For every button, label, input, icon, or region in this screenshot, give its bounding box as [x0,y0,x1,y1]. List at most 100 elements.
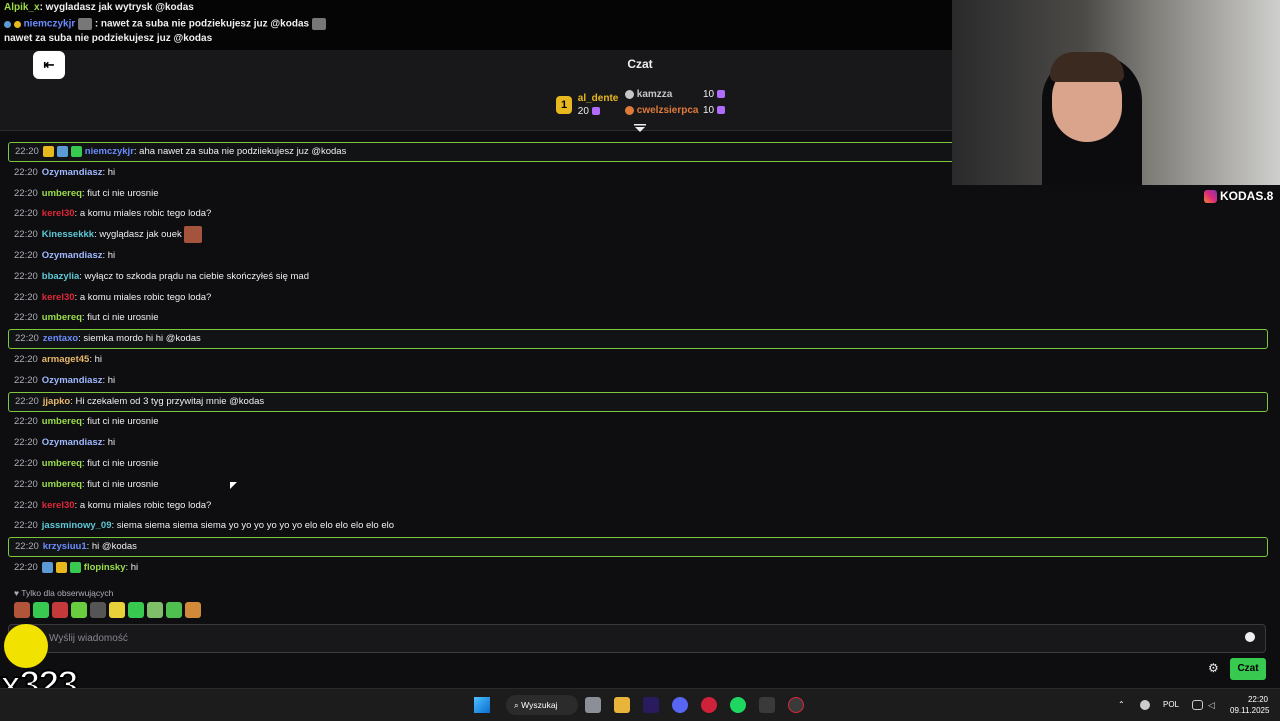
chat-message[interactable]: 22:20 jassminowy_09: siema siema siema si… [8,516,1268,536]
message-username[interactable]: bbazylia [42,271,80,282]
logitech-icon[interactable] [759,697,775,713]
chat-message[interactable]: 22:20 Ozymandiasz: hi [8,246,1268,266]
search-icon: ⌕ [514,700,519,710]
message-timestamp: 22:20 [15,146,39,157]
message-timestamp: 22:20 [14,270,38,282]
message-username[interactable]: kerel30 [42,208,75,219]
message-username[interactable]: jjapko [43,396,70,407]
emote-image[interactable] [33,602,49,618]
bronze-medal-icon [625,105,634,115]
emote-image[interactable] [90,602,106,618]
chat-message[interactable]: 22:20 umbereq: fiut ci nie urosnie [8,184,1268,204]
message-text: : a komu miales robic tego loda? [74,291,212,303]
message-text: : fiut ci nie urosnie [81,312,159,324]
leaderboard-first[interactable]: 1 al_dente 20 [556,92,618,118]
message-timestamp: 22:20 [14,354,38,365]
mouse-cursor [230,482,237,489]
overlay-line-1: Alpik_x: wygladasz jak wytrysk @kodas [4,2,194,13]
chat-message[interactable]: 22:20 umbereq: fiut ci nie urosnie [8,412,1268,432]
user-badge-icon [70,145,82,157]
language-indicator[interactable]: POL [1163,700,1179,709]
discord-icon[interactable] [672,697,688,713]
chat-message[interactable]: 22:20 bbazylia: wyłącz to szkoda prądu na… [8,267,1268,287]
chat-message[interactable]: 22:20 kerel30: a komu miales robic tego l… [8,204,1268,224]
speaker-icon[interactable]: ◁ [1208,700,1218,710]
chat-message[interactable]: 22:20 flopinsky: hi [8,558,1268,578]
clock[interactable]: 22:20 09.11.2025 [1230,694,1269,716]
premiere-icon[interactable] [643,697,659,713]
message-username[interactable]: armaget45 [42,354,90,365]
message-username[interactable]: umbereq [42,188,82,199]
emote-image[interactable] [109,602,125,618]
task-view-icon[interactable] [585,697,601,713]
chat-message[interactable]: 22:20 kerel30: a komu miales robic tego l… [8,288,1268,308]
chat-message-list[interactable]: 22:20 niemczykjr: aha nawet za suba nie p… [0,131,1280,581]
send-chat-button[interactable]: Czat [1230,658,1266,680]
chat-message[interactable]: 22:20 umbereq: fiut ci nie urosnie [8,454,1268,474]
taskbar-search[interactable]: ⌕ Wyszukaj [506,695,578,715]
leaderboard-third[interactable]: cwelzsierpca 10 [625,105,725,116]
message-username[interactable]: Ozymandiasz [42,250,103,261]
chat-message[interactable]: 22:20 armaget45: hi [8,350,1268,370]
message-username[interactable]: Ozymandiasz [42,375,103,386]
emote-image[interactable] [128,602,144,618]
emote-image[interactable] [14,602,30,618]
chat-message-input[interactable]: Wyślij wiadomość [8,624,1266,653]
chat-message[interactable]: 22:20 kerel30: a komu miales robic tego l… [8,496,1268,516]
emote-image[interactable] [147,602,163,618]
chat-message[interactable]: 22:20 Ozymandiasz: hi [8,371,1268,391]
message-username[interactable]: krzysiuu1 [43,541,87,552]
message-text: : hi [125,562,139,573]
points-icon [591,107,600,116]
file-explorer-icon[interactable] [614,697,630,713]
message-username[interactable]: Ozymandiasz [42,437,103,448]
smiley-icon [4,624,48,668]
obs-icon[interactable] [788,697,804,713]
message-username[interactable]: flopinsky [84,562,126,573]
message-username[interactable]: niemczykjr [85,146,134,157]
message-timestamp: 22:20 [15,541,39,553]
emoji-picker-icon[interactable] [1245,632,1255,642]
opera-icon[interactable] [701,697,717,713]
message-text: : hi [102,166,116,178]
chat-message[interactable]: 22:20 krzysiuu1: hi @kodas [8,537,1268,558]
message-username[interactable]: umbereq [42,312,82,323]
microphone-icon[interactable] [1140,700,1150,710]
collapse-chat-icon[interactable]: ⇤ [33,51,65,79]
message-username[interactable]: zentaxo [43,333,78,344]
user-badge-icon [69,561,81,573]
chat-message[interactable]: 22:20 zentaxo: siemka mordo hi hi @kodas [8,329,1268,350]
gold-medal-icon: 1 [556,96,572,114]
message-text: : fiut ci nie urosnie [81,416,159,428]
message-text: : hi [102,374,116,386]
message-username[interactable]: umbereq [42,416,82,427]
emote-image[interactable] [71,602,87,618]
leader-points: 10 [703,105,733,116]
spotify-icon[interactable] [730,697,746,713]
overlay-text: : nawet za suba nie podziekujesz juz @ko… [94,18,310,30]
emote-image[interactable] [52,602,68,618]
chat-message[interactable]: 22:20 umbereq: fiut ci nie urosnie [8,308,1268,328]
message-username[interactable]: kerel30 [42,292,75,303]
windows-start-icon[interactable] [474,697,490,713]
overlay-text: : wygladasz jak wytrysk @kodas [39,2,194,13]
leaderboard-second[interactable]: kamzza 10 [625,89,725,100]
message-username[interactable]: kerel30 [42,500,75,511]
emote-image[interactable] [166,602,182,618]
emote-image[interactable] [185,602,201,618]
monitor-icon[interactable] [1192,700,1203,710]
gear-icon[interactable]: ⚙ [1208,662,1220,674]
chat-message[interactable]: 22:20 umbereq: fiut ci nie urosnie [8,475,1268,495]
chat-message[interactable]: 22:20 Kinessekkk: wyglądasz jak ouek [8,225,1268,245]
leader-name: kamzza [636,89,673,100]
message-username[interactable]: jassminowy_09 [42,520,112,531]
message-username[interactable]: umbereq [42,479,82,490]
message-username[interactable]: umbereq [42,458,82,469]
chat-message[interactable]: 22:20 jjapko: Hi czekalem od 3 tyg przywi… [8,391,1268,412]
message-timestamp: 22:20 [14,250,38,261]
message-username[interactable]: Ozymandiasz [42,167,103,178]
chat-message[interactable]: 22:20 Ozymandiasz: hi [8,433,1268,453]
crown-icon [13,20,21,28]
chevron-up-icon[interactable]: ⌃ [1118,700,1128,710]
message-username[interactable]: Kinessekkk [42,229,94,240]
